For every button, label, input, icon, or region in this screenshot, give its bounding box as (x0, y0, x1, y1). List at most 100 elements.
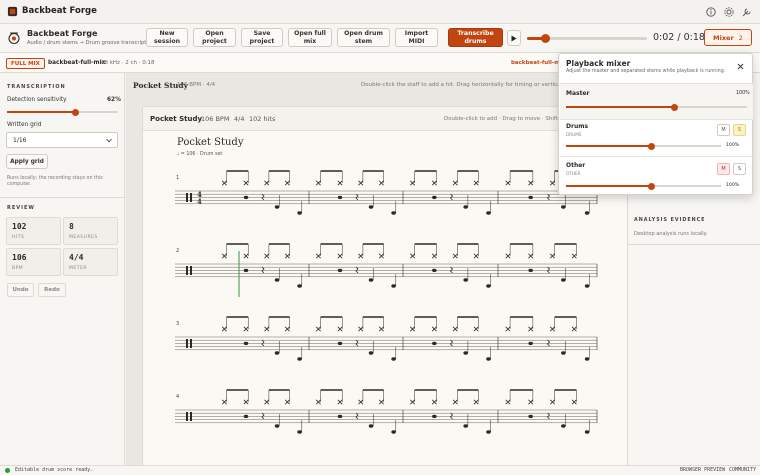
mixer-channel-drums: Drums DRUMS M S 100% (560, 120, 753, 157)
hihat-note (431, 180, 437, 186)
master-slider-handle[interactable] (671, 103, 679, 111)
chevron-down-icon (106, 138, 112, 143)
hihat-note (337, 253, 343, 259)
hihat-note (221, 253, 227, 259)
hihat-note (264, 326, 270, 332)
import-midi-button[interactable]: Import MIDI (395, 28, 438, 47)
hihat-note (505, 399, 511, 405)
sensitivity-label: Detection sensitivity (7, 97, 67, 103)
drums-slider-handle[interactable] (647, 142, 655, 150)
undo-button[interactable]: Undo (7, 283, 34, 297)
open-drum-stem-button[interactable]: Open drum stem (337, 28, 390, 47)
hihat-note (452, 326, 458, 332)
kick-note (463, 278, 469, 282)
play-button[interactable] (507, 30, 521, 46)
master-slider-fill (566, 106, 675, 108)
percussion-clef (190, 412, 192, 421)
snare-note (528, 268, 533, 273)
snare-note (432, 268, 437, 273)
hihat-note (284, 180, 290, 186)
drums-mute-button[interactable]: M (717, 124, 730, 136)
rest (449, 266, 454, 274)
hihat-note (358, 399, 364, 405)
mixer-button[interactable]: Mixer 2 (704, 29, 752, 46)
grid-select[interactable]: 1/16 (6, 132, 118, 148)
kick-note (486, 430, 491, 434)
hihat-note (410, 399, 415, 405)
stat-key: BPM (12, 266, 24, 271)
kick-note (463, 351, 469, 355)
redo-button[interactable]: Redo (38, 283, 66, 297)
drum-staff[interactable]: 144234 (143, 107, 628, 466)
other-slider-handle[interactable] (647, 182, 655, 190)
other-slider-fill (566, 185, 652, 187)
browser-preview-link[interactable]: BROWSER PREVIEW (680, 467, 725, 473)
mixer-channel-other: Other OTHER M S 100% (560, 158, 753, 195)
open-full-mix-button[interactable]: Open full mix (288, 28, 332, 47)
system-number: 4 (176, 394, 179, 400)
hihat-note (284, 326, 290, 332)
save-project-button[interactable]: Save project (241, 28, 283, 47)
stat-value: 8 (69, 222, 74, 231)
stat-bpm: 106 BPM (6, 248, 61, 276)
hihat-note (358, 180, 364, 186)
rest (546, 412, 551, 420)
other-solo-button[interactable]: S (733, 163, 746, 175)
hihat-note (243, 253, 249, 259)
source-meta: 48 kHz · 2 ch · 0:18 (101, 60, 155, 66)
kick-note (297, 284, 302, 288)
channel-value: 100% (726, 183, 740, 188)
community-link[interactable]: COMMUNITY (729, 467, 756, 473)
stat-key: MEASURES (69, 235, 98, 240)
transcribe-drums-button[interactable]: Transcribe drums (448, 28, 503, 47)
hihat-note (284, 253, 290, 259)
rest (355, 339, 359, 347)
hihat-note (473, 180, 479, 186)
source-file-name: backbeat-full-mix (48, 60, 106, 66)
hihat-note (264, 253, 270, 259)
score-header-hint: Double-click the staff to add a hit. Dra… (361, 82, 592, 88)
sensitivity-slider-handle[interactable] (72, 108, 80, 116)
tools-icon[interactable] (741, 6, 753, 18)
kick-note (463, 424, 469, 428)
right-divider (628, 244, 760, 245)
kick-note (297, 430, 302, 434)
kick-note (584, 284, 590, 288)
rest (546, 339, 551, 347)
hihat-note (337, 180, 343, 186)
snare-note (337, 414, 343, 419)
kick-note (274, 205, 280, 209)
close-icon[interactable] (737, 63, 744, 70)
source-chip[interactable]: FULL MIX (6, 58, 45, 69)
other-mute-button[interactable]: M (717, 163, 730, 175)
percussion-clef (186, 412, 188, 421)
hihat-note (264, 180, 270, 186)
channel-sub: OTHER (566, 171, 581, 176)
hihat-note (378, 180, 384, 186)
hihat-note (410, 180, 415, 186)
hihat-note (410, 326, 415, 332)
hihat-note (243, 399, 249, 405)
hihat-note (315, 326, 321, 332)
drums-solo-button[interactable]: S (733, 124, 746, 136)
open-project-button[interactable]: Open project (193, 28, 236, 47)
settings-icon[interactable] (723, 6, 735, 18)
stat-value: 4/4 (69, 253, 84, 262)
transcription-title: TRANSCRIPTION (7, 84, 66, 90)
playback-progress-handle[interactable] (540, 34, 550, 43)
project-name: Backbeat Forge (27, 29, 98, 38)
hihat-note (431, 399, 437, 405)
hihat-note (431, 253, 437, 259)
hihat-note (410, 253, 415, 259)
app-name: Backbeat Forge (22, 6, 97, 16)
mixer-badge: 2 (738, 33, 743, 42)
hihat-note (378, 326, 384, 332)
apply-grid-button[interactable]: Apply grid (6, 154, 48, 169)
time-signature: 4 (197, 197, 202, 206)
channel-name: Other (566, 162, 586, 169)
info-icon[interactable] (705, 6, 717, 18)
hihat-note (315, 180, 321, 186)
new-session-button[interactable]: New session (146, 28, 188, 47)
score-paper[interactable]: Pocket Study 106 BPM 4/4 102 hits Double… (142, 106, 628, 466)
rest (355, 266, 359, 274)
